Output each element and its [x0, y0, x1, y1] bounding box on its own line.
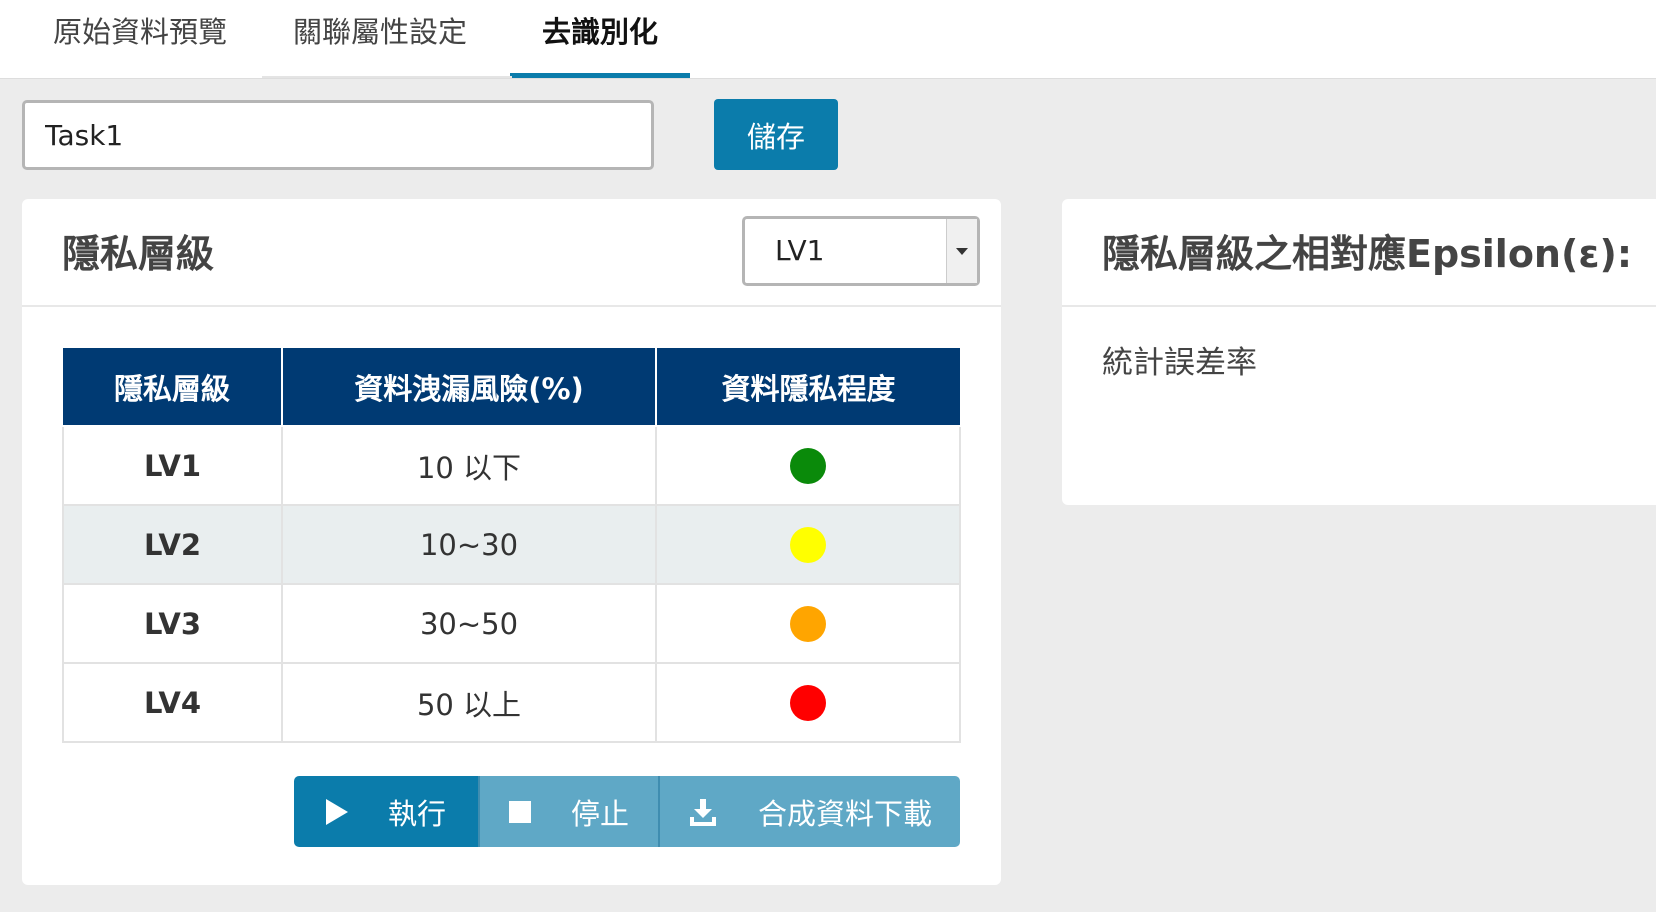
tab-association-settings[interactable]: 關聯屬性設定 — [290, 0, 470, 78]
privacy-level-selected-value: LV1 — [775, 234, 825, 267]
privacy-level-panel: 隱私層級 LV1 隱私層級 資料洩漏風險(%) 資料隱私程度 LV1 10 以下… — [22, 199, 1001, 885]
level-cell: LV3 — [62, 583, 283, 664]
play-icon — [325, 798, 348, 825]
run-button-label: 執行 — [387, 796, 446, 831]
download-synthetic-data-button[interactable]: 合成資料下載 — [658, 776, 960, 847]
stop-button[interactable]: 停止 — [478, 776, 658, 847]
epsilon-panel: 隱私層級之相對應Epsilon(ε): 統計誤差率 — [1062, 199, 1656, 505]
privacy-level-title: 隱私層級 — [62, 232, 215, 276]
tab-raw-data-preview[interactable]: 原始資料預覽 — [50, 0, 230, 78]
task-name-input[interactable] — [22, 100, 654, 170]
status-dot-red — [790, 685, 826, 721]
stop-icon — [508, 800, 531, 823]
privacy-level-select[interactable]: LV1 — [742, 216, 980, 286]
level-cell: LV1 — [62, 425, 283, 506]
column-header-level: 隱私層級 — [63, 348, 283, 427]
download-icon — [688, 797, 718, 827]
level-cell: LV4 — [62, 662, 283, 743]
save-button[interactable]: 儲存 — [714, 99, 838, 170]
status-dot-orange — [790, 606, 826, 642]
panel-divider — [22, 305, 1001, 307]
status-dot-green — [790, 448, 826, 484]
run-button[interactable]: 執行 — [294, 776, 478, 847]
table-header-row: 隱私層級 資料洩漏風險(%) 資料隱私程度 — [63, 348, 960, 427]
epsilon-panel-title: 隱私層級之相對應Epsilon(ε): — [1102, 232, 1633, 276]
risk-cell: 10 以下 — [281, 425, 657, 506]
table-row: LV2 10~30 — [62, 504, 961, 585]
risk-cell: 30~50 — [281, 583, 657, 664]
risk-cell: 50 以上 — [281, 662, 657, 743]
statistical-error-rate-label: 統計誤差率 — [1102, 345, 1257, 381]
column-header-privacy-degree: 資料隱私程度 — [655, 348, 960, 427]
privacy-degree-cell — [655, 583, 961, 664]
risk-cell: 10~30 — [281, 504, 657, 585]
level-cell: LV2 — [62, 504, 283, 585]
privacy-degree-cell — [655, 662, 961, 743]
status-dot-yellow — [790, 527, 826, 563]
tab-deidentification[interactable]: 去識別化 — [510, 0, 690, 78]
privacy-degree-cell — [655, 425, 961, 506]
privacy-level-table: 隱私層級 資料洩漏風險(%) 資料隱私程度 LV1 10 以下 LV2 10~3… — [62, 348, 961, 743]
panel-divider — [1062, 305, 1656, 307]
table-row: LV4 50 以上 — [62, 662, 961, 743]
stop-button-label: 停止 — [570, 796, 629, 831]
action-button-group: 執行 停止 合成資料下載 — [294, 776, 960, 847]
chevron-down-icon[interactable] — [946, 219, 977, 283]
download-button-label: 合成資料下載 — [757, 796, 932, 831]
tab-separator — [262, 76, 512, 78]
column-header-risk: 資料洩漏風險(%) — [281, 348, 657, 427]
privacy-degree-cell — [655, 504, 961, 585]
table-row: LV1 10 以下 — [62, 425, 961, 506]
table-row: LV3 30~50 — [62, 583, 961, 664]
tab-bar: 原始資料預覽 關聯屬性設定 去識別化 — [0, 0, 1656, 79]
